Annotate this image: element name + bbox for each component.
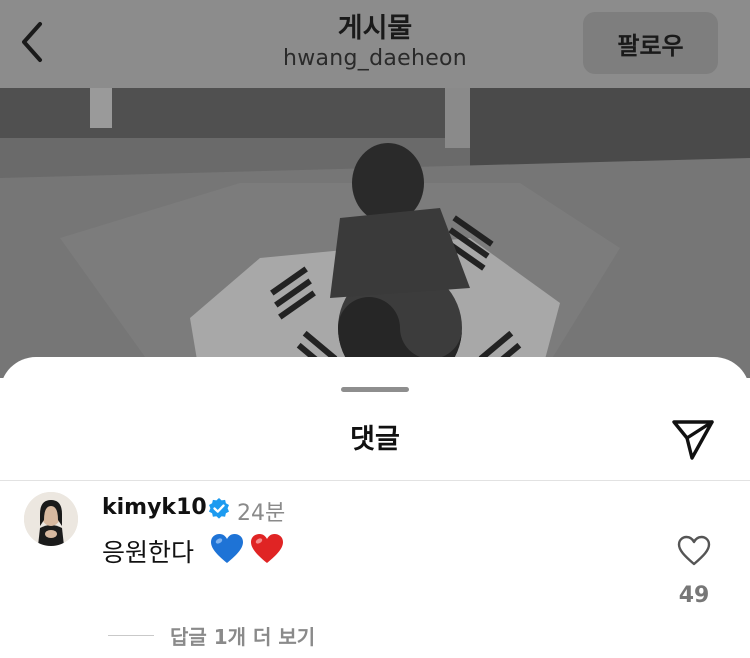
blue-heart-emoji-icon (211, 534, 243, 563)
avatar[interactable] (24, 492, 78, 546)
post-photo (0, 88, 750, 378)
sheet-drag-handle[interactable] (341, 387, 409, 392)
avatar-image (24, 492, 78, 546)
comment-text: 응원한다 (102, 538, 195, 567)
follow-button[interactable]: 팔로우 (583, 12, 718, 74)
replies-divider-line (108, 635, 154, 636)
comment-timestamp: 24분 (237, 501, 286, 526)
comment-username[interactable]: kimyk10 (102, 495, 207, 520)
like-count: 49 (678, 583, 710, 608)
sheet-title: 댓글 (350, 424, 400, 455)
share-button[interactable] (667, 413, 719, 465)
view-replies-link[interactable]: 답글 1개 더 보기 (170, 621, 315, 650)
comment-like-button[interactable] (674, 531, 714, 571)
comments-sheet: 댓글 kimyk10 24분 응원한다 49 답글 1개 더 보기 (0, 357, 750, 658)
red-heart-emoji-icon (251, 534, 283, 563)
paper-plane-icon (672, 420, 714, 460)
post-image (0, 88, 750, 378)
verified-badge-icon (209, 498, 229, 519)
sheet-divider (0, 480, 750, 481)
heart-outline-icon (677, 535, 711, 566)
post-header: 게시물 hwang_daeheon 팔로우 (0, 0, 750, 88)
